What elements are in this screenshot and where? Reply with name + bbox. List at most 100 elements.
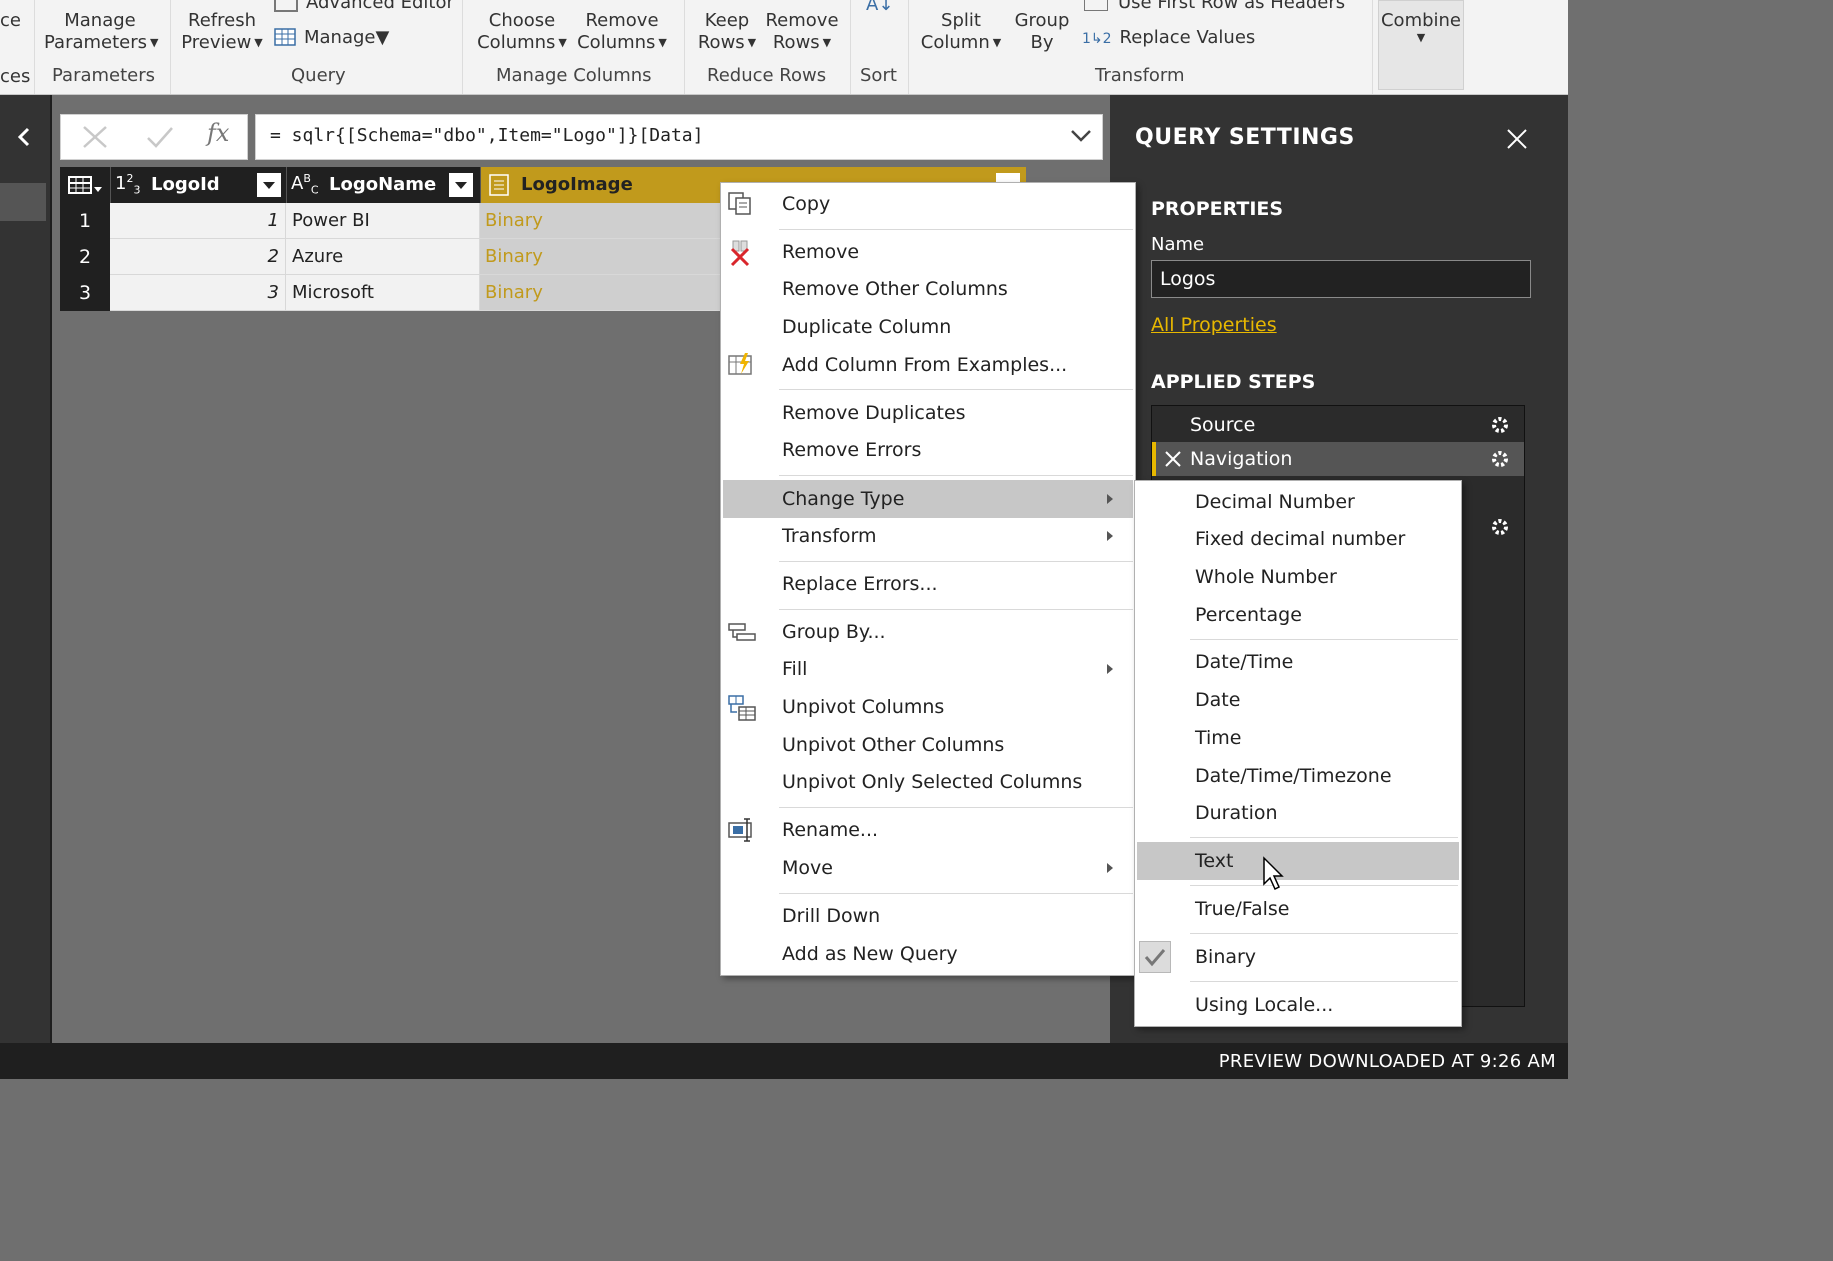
type-option-true-false[interactable]: True/False: [1135, 890, 1461, 928]
queries-pane-collapsed: [0, 95, 50, 1043]
type-option-whole-number[interactable]: Whole Number: [1135, 558, 1461, 596]
menu-item-remove[interactable]: Remove: [721, 233, 1135, 271]
menu-separator: [1190, 981, 1458, 982]
cell-logoimage[interactable]: Binary: [480, 275, 726, 311]
remove-rows-label-2: Rows: [772, 32, 820, 53]
chevron-left-icon[interactable]: [14, 125, 34, 149]
close-icon[interactable]: [1505, 127, 1529, 151]
cell-logoname[interactable]: Microsoft: [286, 275, 480, 311]
cell-logoid[interactable]: 2: [110, 239, 286, 275]
menu-item-remove-duplicates[interactable]: Remove Duplicates: [721, 394, 1135, 432]
menu-item-transform[interactable]: Transform: [721, 517, 1135, 555]
cell-logoid[interactable]: 3: [110, 275, 286, 311]
cancel-icon[interactable]: [81, 124, 109, 150]
commit-check-icon[interactable]: [145, 124, 175, 150]
group-by-button[interactable]: Group By: [1010, 10, 1074, 54]
menu-item-unpivot-columns[interactable]: Unpivot Columns: [721, 688, 1135, 726]
type-option-label: Using Locale...: [1195, 994, 1334, 1016]
refresh-preview-button[interactable]: Refresh Preview ▼: [178, 10, 266, 54]
type-option-binary[interactable]: Binary: [1135, 938, 1461, 976]
cell-logoimage[interactable]: Binary: [480, 239, 726, 275]
row-number[interactable]: 1: [60, 203, 110, 239]
menu-item-move[interactable]: Move: [721, 849, 1135, 887]
type-option-date-time-timezone[interactable]: Date/Time/Timezone: [1135, 757, 1461, 795]
remove-rows-button[interactable]: Remove Rows ▼: [764, 10, 840, 54]
type-option-percentage[interactable]: Percentage: [1135, 596, 1461, 634]
keep-rows-label-1: Keep: [704, 10, 750, 31]
menu-item-unpivot-other-columns[interactable]: Unpivot Other Columns: [721, 726, 1135, 764]
whole-number-type-icon[interactable]: 123: [115, 172, 140, 197]
gear-icon[interactable]: [1490, 449, 1510, 469]
applied-step-navigation[interactable]: Navigation: [1152, 442, 1524, 476]
row-number[interactable]: 2: [60, 239, 110, 275]
type-option-text[interactable]: Text: [1137, 842, 1459, 880]
menu-item-add-column-from-examples[interactable]: Add Column From Examples...: [721, 346, 1135, 384]
manage-parameters-button[interactable]: Manage Parameters ▼: [44, 10, 159, 54]
column-header-logoimage[interactable]: LogoImage: [480, 167, 727, 203]
type-option-fixed-decimal-number[interactable]: Fixed decimal number: [1135, 520, 1461, 558]
keep-rows-button[interactable]: Keep Rows ▼: [692, 10, 762, 54]
menu-item-replace-errors[interactable]: Replace Errors...: [721, 565, 1135, 603]
menu-item-group-by[interactable]: Group By...: [721, 613, 1135, 651]
menu-item-drill-down[interactable]: Drill Down: [721, 897, 1135, 935]
cell-logoname[interactable]: Power BI: [286, 203, 480, 239]
gear-icon[interactable]: [1490, 415, 1510, 435]
column-header-logoid[interactable]: 123 LogoId: [110, 167, 287, 203]
type-option-using-locale[interactable]: Using Locale...: [1135, 986, 1461, 1024]
manage-parameters-label-1: Manage: [64, 10, 136, 31]
query-name-input[interactable]: Logos: [1151, 260, 1531, 298]
menu-item-label: Replace Errors...: [782, 573, 938, 595]
menu-item-unpivot-only-selected-columns[interactable]: Unpivot Only Selected Columns: [721, 763, 1135, 801]
menu-item-remove-errors[interactable]: Remove Errors: [721, 431, 1135, 469]
remove-columns-button[interactable]: Remove Columns ▼: [574, 10, 670, 54]
menu-item-remove-other-columns[interactable]: Remove Other Columns: [721, 270, 1135, 308]
caret-down-icon: ▼: [150, 36, 159, 49]
use-first-row-headers-button[interactable]: Use First Row as Headers: [1084, 0, 1345, 14]
type-option-duration[interactable]: Duration: [1135, 794, 1461, 832]
combine-button[interactable]: Combine ▼: [1378, 0, 1464, 90]
column-header-logoname[interactable]: ABC LogoName: [286, 167, 481, 203]
caret-down-icon: ▼: [254, 36, 263, 49]
selected-query-marker[interactable]: [0, 183, 46, 221]
advanced-editor-button[interactable]: Advanced Editor: [274, 0, 454, 14]
cell-logoid[interactable]: 1: [110, 203, 286, 239]
text-type-icon[interactable]: ABC: [291, 172, 319, 197]
type-option-time[interactable]: Time: [1135, 719, 1461, 757]
menu-item-fill[interactable]: Fill: [721, 650, 1135, 688]
ribbon-separator: [684, 0, 685, 94]
menu-item-rename[interactable]: Rename...: [721, 811, 1135, 849]
table-corner-menu[interactable]: [60, 167, 110, 203]
column-filter-dropdown[interactable]: [257, 173, 281, 197]
formula-input[interactable]: = sqlr{[Schema="dbo",Item="Logo"]}[Data]: [255, 114, 1103, 160]
sort-ascending-icon[interactable]: A↓: [866, 0, 893, 15]
binary-type-icon[interactable]: [489, 174, 509, 196]
type-option-decimal-number[interactable]: Decimal Number: [1135, 483, 1461, 521]
menu-item-add-as-new-query[interactable]: Add as New Query: [721, 935, 1135, 973]
formula-actions: fx: [60, 114, 248, 160]
name-label: Name: [1151, 234, 1205, 255]
type-option-date-time[interactable]: Date/Time: [1135, 643, 1461, 681]
gear-icon[interactable]: [1490, 517, 1510, 537]
menu-separator: [779, 807, 1133, 808]
type-option-label: Duration: [1195, 802, 1278, 824]
all-properties-link[interactable]: All Properties: [1151, 314, 1277, 336]
fx-icon[interactable]: fx: [207, 119, 229, 147]
choose-columns-button[interactable]: Choose Columns ▼: [474, 10, 570, 54]
manage-button[interactable]: Manage▼: [274, 27, 389, 49]
delete-step-icon[interactable]: [1164, 450, 1182, 468]
ribbon-cut-group-label: ces: [0, 66, 31, 87]
replace-values-button[interactable]: 1↳2 Replace Values: [1082, 27, 1255, 50]
menu-item-change-type[interactable]: Change Type: [723, 480, 1133, 518]
menu-item-copy[interactable]: Copy: [721, 185, 1135, 223]
chevron-down-icon[interactable]: [1070, 129, 1092, 143]
row-number[interactable]: 3: [60, 275, 110, 311]
add-column-from-examples-icon: [727, 352, 755, 378]
type-option-date[interactable]: Date: [1135, 681, 1461, 719]
menu-item-duplicate-column[interactable]: Duplicate Column: [721, 308, 1135, 346]
split-column-button[interactable]: Split Column ▼: [916, 10, 1006, 54]
remove-column-icon: [727, 239, 755, 267]
column-filter-dropdown[interactable]: [449, 173, 473, 197]
cell-logoname[interactable]: Azure: [286, 239, 480, 275]
applied-step-source[interactable]: Source: [1152, 408, 1524, 442]
cell-logoimage[interactable]: Binary: [480, 203, 726, 239]
